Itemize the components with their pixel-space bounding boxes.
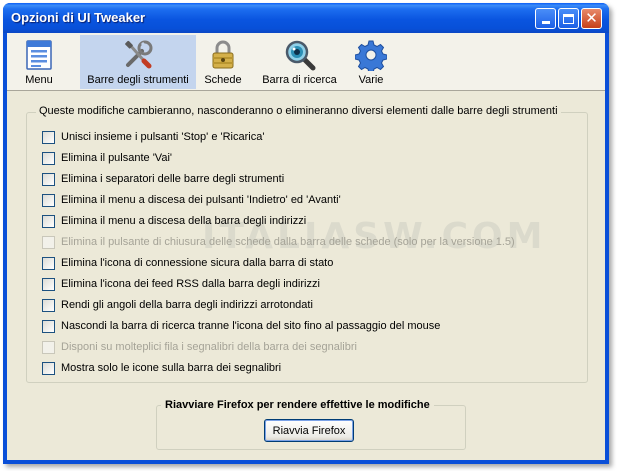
option-label: Mostra solo le icone sulla barra dei seg… — [61, 362, 282, 374]
category-toolbar: Menu Barre degli strumenti Schede Barra … — [7, 33, 605, 91]
option-label: Unisci insieme i pulsanti 'Stop' e 'Rica… — [61, 131, 265, 143]
dialog-client-area: Menu Barre degli strumenti Schede Barra … — [7, 33, 605, 460]
checkbox[interactable] — [42, 131, 55, 144]
option-label: Elimina l'icona di connessione sicura da… — [61, 257, 334, 269]
option-label: Elimina l'icona dei feed RSS dalla barra… — [61, 278, 320, 290]
option-label: Elimina i separatori delle barre degli s… — [61, 173, 285, 185]
tab-toolbars-label: Barre degli strumenti — [87, 74, 189, 86]
gear-icon — [355, 40, 387, 71]
minimize-button[interactable] — [535, 8, 556, 29]
checkbox[interactable] — [42, 320, 55, 333]
tab-search-bar[interactable]: Barra di ricerca — [254, 35, 345, 89]
option-label: Elimina il menu a discesa dei pulsanti '… — [61, 194, 341, 206]
checkbox[interactable] — [42, 362, 55, 375]
window-title: Opzioni di UI Tweaker — [11, 10, 146, 25]
checkbox[interactable] — [42, 257, 55, 270]
tab-search-bar-label: Barra di ricerca — [262, 74, 337, 86]
tab-misc-label: Varie — [358, 74, 384, 86]
checkbox[interactable] — [42, 194, 55, 207]
option-label: Rendi gli angoli della barra degli indir… — [61, 299, 313, 311]
menu-list-icon — [26, 40, 52, 70]
option-label: Nascondi la barra di ricerca tranne l'ic… — [61, 320, 441, 332]
tab-misc[interactable]: Varie — [343, 35, 399, 89]
dialog-window: Opzioni di UI Tweaker ✕ Menu Barre degli… — [3, 3, 609, 464]
tab-menu[interactable]: Menu — [9, 35, 69, 89]
title-bar[interactable]: Opzioni di UI Tweaker ✕ — [3, 3, 609, 33]
checkbox[interactable] — [42, 278, 55, 291]
group-legend: Queste modifiche cambieranno, nascondera… — [36, 105, 561, 117]
minimize-icon — [541, 21, 550, 24]
option-label: Elimina il pulsante 'Vai' — [61, 152, 172, 164]
restart-firefox-button[interactable]: Riavvia Firefox — [264, 419, 354, 442]
option-label: Elimina il menu a discesa della barra de… — [61, 215, 307, 227]
tab-tabs[interactable]: Schede — [197, 35, 249, 89]
close-button[interactable]: ✕ — [581, 8, 602, 29]
restart-legend: Riavviare Firefox per rendere effettive … — [161, 399, 434, 411]
checkbox — [42, 236, 55, 249]
tools-icon — [125, 40, 153, 69]
tab-toolbars[interactable]: Barre degli strumenti — [80, 35, 196, 89]
checkbox[interactable] — [42, 152, 55, 165]
checkbox[interactable] — [42, 173, 55, 186]
tab-menu-label: Menu — [25, 74, 53, 86]
tab-tabs-label: Schede — [204, 74, 242, 86]
checkbox — [42, 341, 55, 354]
option-label: Disponi su molteplici fila i segnalibri … — [61, 341, 357, 353]
close-icon: ✕ — [585, 9, 598, 27]
magnifier-icon — [285, 40, 315, 71]
lock-tabs-icon — [212, 40, 234, 69]
checkbox[interactable] — [42, 299, 55, 312]
checkbox[interactable] — [42, 215, 55, 228]
maximize-icon — [563, 13, 574, 24]
maximize-button[interactable] — [558, 8, 579, 29]
option-label: Elimina il pulsante di chiusura delle sc… — [61, 236, 515, 248]
